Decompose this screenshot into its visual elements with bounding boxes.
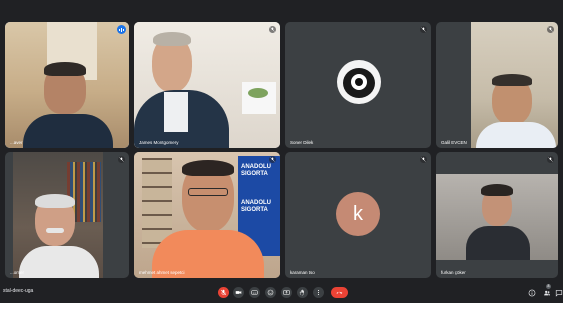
banner-line: SIGORTA [241,207,268,213]
person-body [476,122,556,148]
participant-name: mehmet ahmet sepetci [139,270,185,275]
banner-line: SIGORTA [241,171,268,177]
mic-toggle-button[interactable] [218,287,229,298]
person-hair [182,160,234,176]
person-body [466,226,530,260]
person-hair [492,74,532,86]
participant-tile[interactable]: James Montgomery [134,22,280,148]
profile-avatar [337,60,381,104]
end-call-button[interactable] [331,287,348,298]
participant-tile[interactable]: k karaman tso [285,152,431,278]
present-button[interactable] [281,287,292,298]
control-bar: stal-deec-uga 8 [0,280,563,303]
mustache [46,228,64,233]
mic-muted-icon [420,26,427,33]
participant-tile[interactable]: Galil EVCEN [436,22,558,148]
banner-line: ANADOLU [241,200,271,206]
camera-icon [235,291,242,294]
participant-name: ...aver [10,140,23,145]
participant-tile[interactable]: furkan çöker [436,152,558,278]
people-count-badge: 8 [546,284,551,289]
person-hair [35,194,75,208]
end-call-icon [336,291,343,294]
participant-name: furkan çöker [441,270,466,275]
mic-muted-icon [269,156,276,163]
participant-tile[interactable]: ANADOLU SIGORTA ANADOLU SIGORTA mehmet a… [134,152,280,278]
glasses [188,188,228,196]
person-body [23,114,113,148]
meeting-info-button[interactable] [527,288,536,297]
captions-button[interactable] [249,287,260,298]
mic-muted-icon [420,156,427,163]
participant-name: karaman tso [290,270,315,275]
mic-muted-icon [118,156,125,163]
participant-name: ...omer [10,270,25,275]
camera-toggle-button[interactable] [233,287,244,298]
participant-tile[interactable]: ...aver [5,22,129,148]
shelf [242,82,276,114]
bookshelf [142,158,172,248]
mic-muted-icon [547,156,554,163]
banner-line: ANADOLU [241,164,271,170]
shirt-collar [164,92,188,132]
mic-muted-icon [269,26,276,33]
more-options-icon [317,290,320,295]
raise-hand-icon [299,289,304,296]
captions-icon [251,290,258,295]
meet-stage: ...aver James Montgomery Soner Dilek Gal… [0,0,563,303]
top-bar [0,0,563,22]
person-hair [481,184,513,196]
person-hair [153,32,191,46]
raise-hand-button[interactable] [297,287,308,298]
avatar-letter: k [353,203,363,225]
mic-off-icon [220,289,227,296]
plant [248,88,268,98]
person-hair [44,62,86,76]
participant-name: James Montgomery [139,140,179,145]
people-icon [543,290,550,295]
mic-muted-icon [547,26,554,33]
chat-button[interactable] [555,288,563,297]
chat-icon [555,289,563,297]
meeting-code: stal-deec-uga [3,288,34,294]
participant-name: Galil EVCEN [441,140,467,145]
participant-name: Soner Dilek [290,140,314,145]
reactions-button[interactable] [265,287,276,298]
participant-tile[interactable]: Soner Dilek [285,22,431,148]
present-icon [283,290,290,295]
avatar: k [336,192,380,236]
participant-tile[interactable]: ...omer [5,152,129,278]
speaking-indicator-icon [117,25,126,34]
people-button[interactable] [542,288,551,297]
person-body [19,246,99,278]
info-icon [528,289,535,296]
more-options-button[interactable] [313,287,324,298]
emoji-icon [267,289,274,296]
